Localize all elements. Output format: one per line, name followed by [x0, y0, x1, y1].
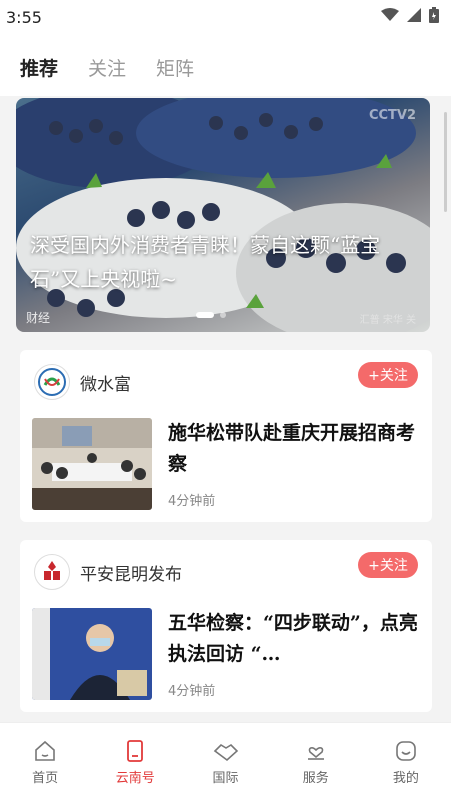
phone-icon	[127, 739, 144, 762]
hero-credit: 汇普 宋华 关	[359, 315, 416, 326]
hero-category-tag: 财经	[26, 311, 51, 325]
feed-card[interactable]: 平安昆明发布 +关注 五华检察：“四步联动”，点亮执法回访 “… 4分钟前	[20, 540, 432, 712]
nav-home[interactable]: 首页	[0, 723, 90, 801]
battery-icon	[429, 7, 439, 23]
tab-matrix[interactable]: 矩阵	[156, 54, 194, 81]
nav-label: 服务	[302, 770, 329, 786]
nav-label: 首页	[32, 770, 59, 786]
carousel-dot	[220, 312, 226, 318]
source-row[interactable]: 微水富	[34, 364, 131, 400]
source-avatar[interactable]	[34, 554, 70, 590]
nav-service[interactable]: 服务	[271, 723, 361, 801]
article-time: 4分钟前	[168, 494, 216, 509]
wifi-icon	[381, 8, 399, 21]
scrollbar[interactable]	[444, 112, 447, 212]
source-avatar[interactable]	[34, 364, 70, 400]
nav-label: 我的	[392, 770, 419, 786]
source-name[interactable]: 平安昆明发布	[80, 560, 182, 585]
face-icon	[396, 740, 416, 761]
procurator-photo	[32, 608, 152, 700]
hero-banner[interactable]: CCTV2 深受国内外消费者青睐！蒙自这颗“蓝宝石”又上央视啦~ 财经 汇普 宋…	[16, 98, 430, 332]
hero-title: 深受国内外消费者青睐！蒙自这颗“蓝宝石”又上央视啦~	[30, 233, 381, 291]
tab-follow[interactable]: 关注	[88, 54, 126, 81]
source-logo-icon	[41, 561, 63, 583]
nav-label: 云南号	[115, 770, 155, 786]
blueberry-illustration	[16, 98, 430, 332]
source-name[interactable]: 微水富	[80, 370, 131, 395]
article-headline[interactable]: 施华松带队赴重庆开展招商考察	[168, 418, 420, 480]
article-time: 4分钟前	[168, 684, 216, 699]
tab-recommend[interactable]: 推荐	[20, 54, 58, 81]
bottom-nav: 首页 云南号 国际 服务 我的	[0, 722, 451, 801]
article-thumbnail[interactable]	[32, 418, 152, 510]
meeting-photo	[32, 418, 152, 510]
follow-button[interactable]: +关注	[358, 552, 418, 578]
status-icons	[381, 7, 439, 23]
handshake-icon	[213, 743, 238, 761]
carousel-dot-active	[196, 312, 214, 318]
nav-yunnan[interactable]: 云南号	[90, 723, 180, 801]
article-thumbnail[interactable]	[32, 608, 152, 700]
source-logo-icon	[38, 368, 66, 396]
nav-international[interactable]: 国际	[180, 723, 270, 801]
carousel-dots	[196, 312, 226, 318]
top-tab-bar: 推荐 关注 矩阵	[0, 34, 451, 96]
article-headline[interactable]: 五华检察：“四步联动”，点亮执法回访 “…	[168, 608, 420, 670]
status-time: 3:55	[6, 8, 42, 27]
nav-mine[interactable]: 我的	[361, 723, 451, 801]
signal-icon	[407, 8, 421, 22]
feed-card[interactable]: 微水富 +关注 施华松带队赴重庆开展招商考察 4分钟前	[20, 350, 432, 522]
heart-hand-icon	[307, 746, 324, 760]
nav-label: 国际	[212, 770, 239, 786]
follow-button[interactable]: +关注	[358, 362, 418, 388]
status-bar: 3:55	[0, 0, 451, 34]
cctv-watermark: CCTV2	[368, 108, 416, 123]
source-row[interactable]: 平安昆明发布	[34, 554, 182, 590]
home-icon	[35, 740, 55, 761]
